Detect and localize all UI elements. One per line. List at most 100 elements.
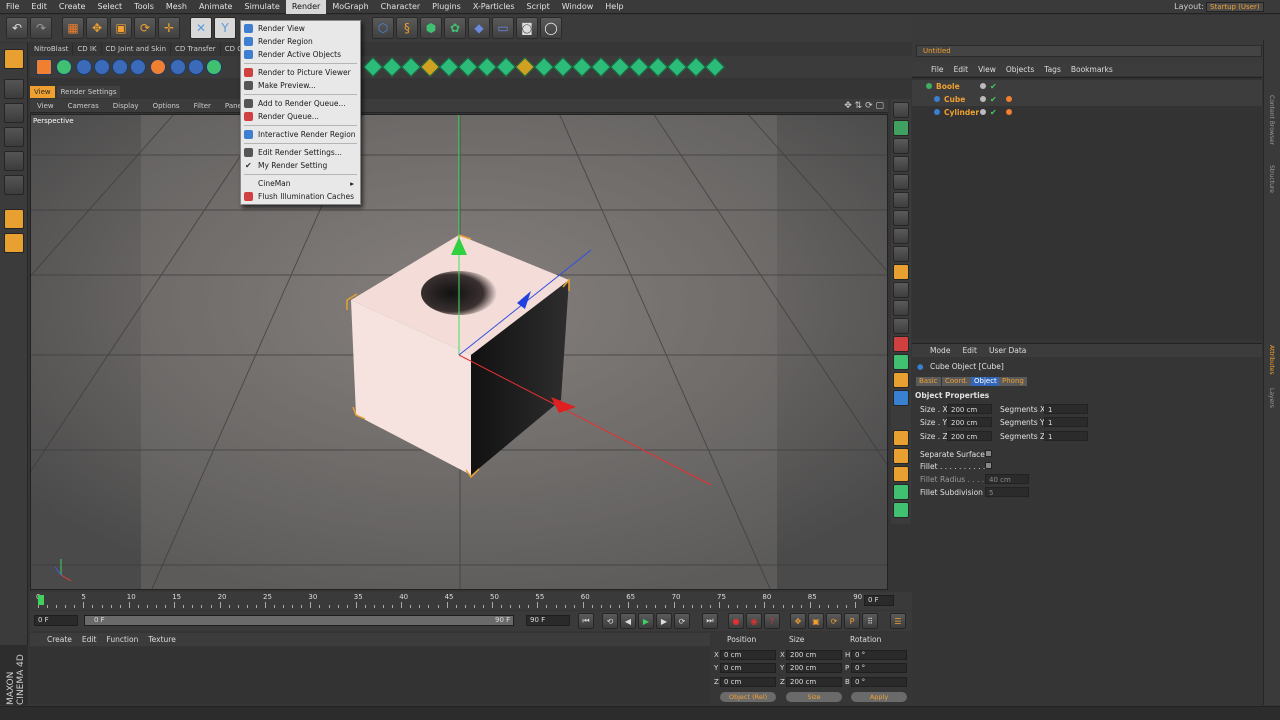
menuitem-make-preview[interactable]: Make Preview...	[241, 79, 360, 92]
viewport-nav-icons[interactable]: ✥ ⇅ ⟳ ▢	[844, 101, 888, 111]
scale-tool-icon[interactable]: ▣	[110, 17, 132, 39]
layout-select[interactable]: Startup (User)	[1206, 2, 1264, 12]
light-icon[interactable]: ◯	[540, 17, 562, 39]
edges-mode-icon[interactable]	[4, 151, 24, 171]
visibility-dot-icon[interactable]	[980, 83, 986, 89]
document-tab[interactable]: Untitled	[916, 45, 1262, 57]
diamond-tool-icon[interactable]	[667, 57, 687, 77]
key-scale-icon[interactable]: ▣	[808, 613, 824, 629]
key-param-icon[interactable]: P	[844, 613, 860, 629]
enabled-check-icon[interactable]: ✔	[990, 80, 997, 93]
vp-menu-cameras[interactable]: Cameras	[61, 102, 106, 110]
object-row-boole[interactable]: Boole ✔	[912, 80, 1262, 93]
fillet-radius-field[interactable]: 40 cm	[985, 474, 1029, 484]
diamond-tool-icon[interactable]	[401, 57, 421, 77]
menu-window[interactable]: Window	[556, 0, 600, 14]
tool-icon[interactable]	[893, 174, 909, 190]
om-menu-tags[interactable]: Tags	[1039, 65, 1066, 74]
tool-icon[interactable]	[893, 300, 909, 316]
pos-z-field[interactable]: 0 cm	[720, 677, 776, 687]
prev-frame-icon[interactable]: ◀	[620, 613, 636, 629]
am-menu-user-data[interactable]: User Data	[983, 346, 1032, 355]
record-icon[interactable]: ●	[728, 613, 744, 629]
tool-icon[interactable]	[893, 466, 909, 482]
current-frame-field[interactable]: 0 F	[864, 595, 894, 606]
menu-help[interactable]: Help	[599, 0, 629, 14]
phong-tag-icon[interactable]	[1006, 109, 1012, 115]
segments-y-field[interactable]: 1	[1044, 417, 1088, 427]
am-menu-mode[interactable]: Mode	[924, 346, 956, 355]
tab-cd-ik[interactable]: CD IK	[73, 43, 102, 55]
play-icon[interactable]: ▶	[638, 613, 654, 629]
diamond-tool-icon[interactable]	[496, 57, 516, 77]
menu-edit[interactable]: Edit	[25, 0, 53, 14]
rot-p-field[interactable]: 0 °	[851, 663, 907, 673]
size-x-field[interactable]: 200 cm	[947, 404, 992, 414]
tool-icon[interactable]	[893, 282, 909, 298]
key-pla-icon[interactable]: ⠿	[862, 613, 878, 629]
diamond-tool-icon[interactable]	[629, 57, 649, 77]
tab-layers[interactable]: Layers	[1268, 388, 1275, 408]
rot-h-field[interactable]: 0 °	[851, 650, 907, 660]
tool-icon[interactable]	[893, 192, 909, 208]
plugin-tool-icon[interactable]	[56, 59, 72, 75]
am-tab-object[interactable]: Object	[971, 377, 1000, 386]
plugin-tool-icon[interactable]	[170, 59, 186, 75]
vp-menu-options[interactable]: Options	[146, 102, 187, 110]
menuitem-flush-illumination-caches[interactable]: Flush Illumination Caches	[241, 190, 360, 203]
diamond-tool-icon[interactable]	[534, 57, 554, 77]
next-key-icon[interactable]: ⟳	[674, 613, 690, 629]
plugin-tool-icon[interactable]	[150, 59, 166, 75]
goto-end-icon[interactable]: ⏭	[702, 613, 718, 629]
coord-size-z-field[interactable]: 200 cm	[786, 677, 842, 687]
om-menu-view[interactable]: View	[973, 65, 1001, 74]
menu-script[interactable]: Script	[521, 0, 556, 14]
menu-xparticles[interactable]: X-Particles	[467, 0, 521, 14]
menuitem-interactive-render-region[interactable]: Interactive Render Region	[241, 128, 360, 141]
separate-surfaces-checkbox[interactable]	[985, 450, 992, 457]
vp-menu-display[interactable]: Display	[106, 102, 146, 110]
make-editable-icon[interactable]	[4, 49, 24, 69]
3d-viewport[interactable]: Perspective	[30, 114, 888, 590]
live-selection-icon[interactable]: ▦	[62, 17, 84, 39]
spline-icon[interactable]: §	[396, 17, 418, 39]
mm-menu-texture[interactable]: Texture	[143, 635, 180, 644]
tool-icon[interactable]	[893, 448, 909, 464]
tool-icon[interactable]	[893, 502, 909, 518]
diamond-tool-icon[interactable]	[553, 57, 573, 77]
subdivision-surface-icon[interactable]: ⬢	[420, 17, 442, 39]
coord-size-y-field[interactable]: 200 cm	[786, 663, 842, 673]
timeline-menu-icon[interactable]: ☰	[890, 613, 906, 629]
move-tool-icon[interactable]: ✥	[86, 17, 108, 39]
am-tab-basic[interactable]: Basic	[916, 377, 941, 386]
snap-icon[interactable]	[4, 233, 24, 253]
tool-icon[interactable]	[893, 484, 909, 500]
om-menu-bookmarks[interactable]: Bookmarks	[1066, 65, 1118, 74]
tab-structure[interactable]: Structure	[1268, 165, 1275, 193]
polygons-mode-icon[interactable]	[4, 175, 24, 195]
keyframe-help-icon[interactable]: ?	[764, 613, 780, 629]
om-menu-file[interactable]: File	[926, 65, 949, 74]
menuitem-add-to-render-queue[interactable]: Add to Render Queue...	[241, 97, 360, 110]
visibility-dot-icon[interactable]	[980, 96, 986, 102]
start-frame-field[interactable]: 0 F	[34, 615, 78, 626]
tab-attributes[interactable]: Attributes	[1268, 345, 1275, 375]
diamond-tool-icon[interactable]	[420, 57, 440, 77]
diamond-tool-icon[interactable]	[439, 57, 459, 77]
coord-size-select[interactable]: Size	[786, 692, 842, 702]
diamond-tool-icon[interactable]	[382, 57, 402, 77]
menu-mesh[interactable]: Mesh	[160, 0, 193, 14]
pos-x-field[interactable]: 0 cm	[720, 650, 776, 660]
texture-mode-icon[interactable]	[4, 103, 24, 123]
plugin-tool-icon[interactable]	[206, 59, 222, 75]
tool-icon[interactable]	[893, 156, 909, 172]
menuitem-render-view[interactable]: Render View	[241, 22, 360, 35]
segments-x-field[interactable]: 1	[1044, 404, 1088, 414]
object-row-cube[interactable]: Cube ✔	[912, 93, 1262, 106]
tab-cd-joint-skin[interactable]: CD Joint and Skin	[102, 43, 172, 55]
tool-icon[interactable]	[893, 430, 909, 446]
menu-animate[interactable]: Animate	[193, 0, 239, 14]
array-icon[interactable]: ✿	[444, 17, 466, 39]
deformer-icon[interactable]: ◆	[468, 17, 490, 39]
plugin-tool-icon[interactable]	[76, 59, 92, 75]
